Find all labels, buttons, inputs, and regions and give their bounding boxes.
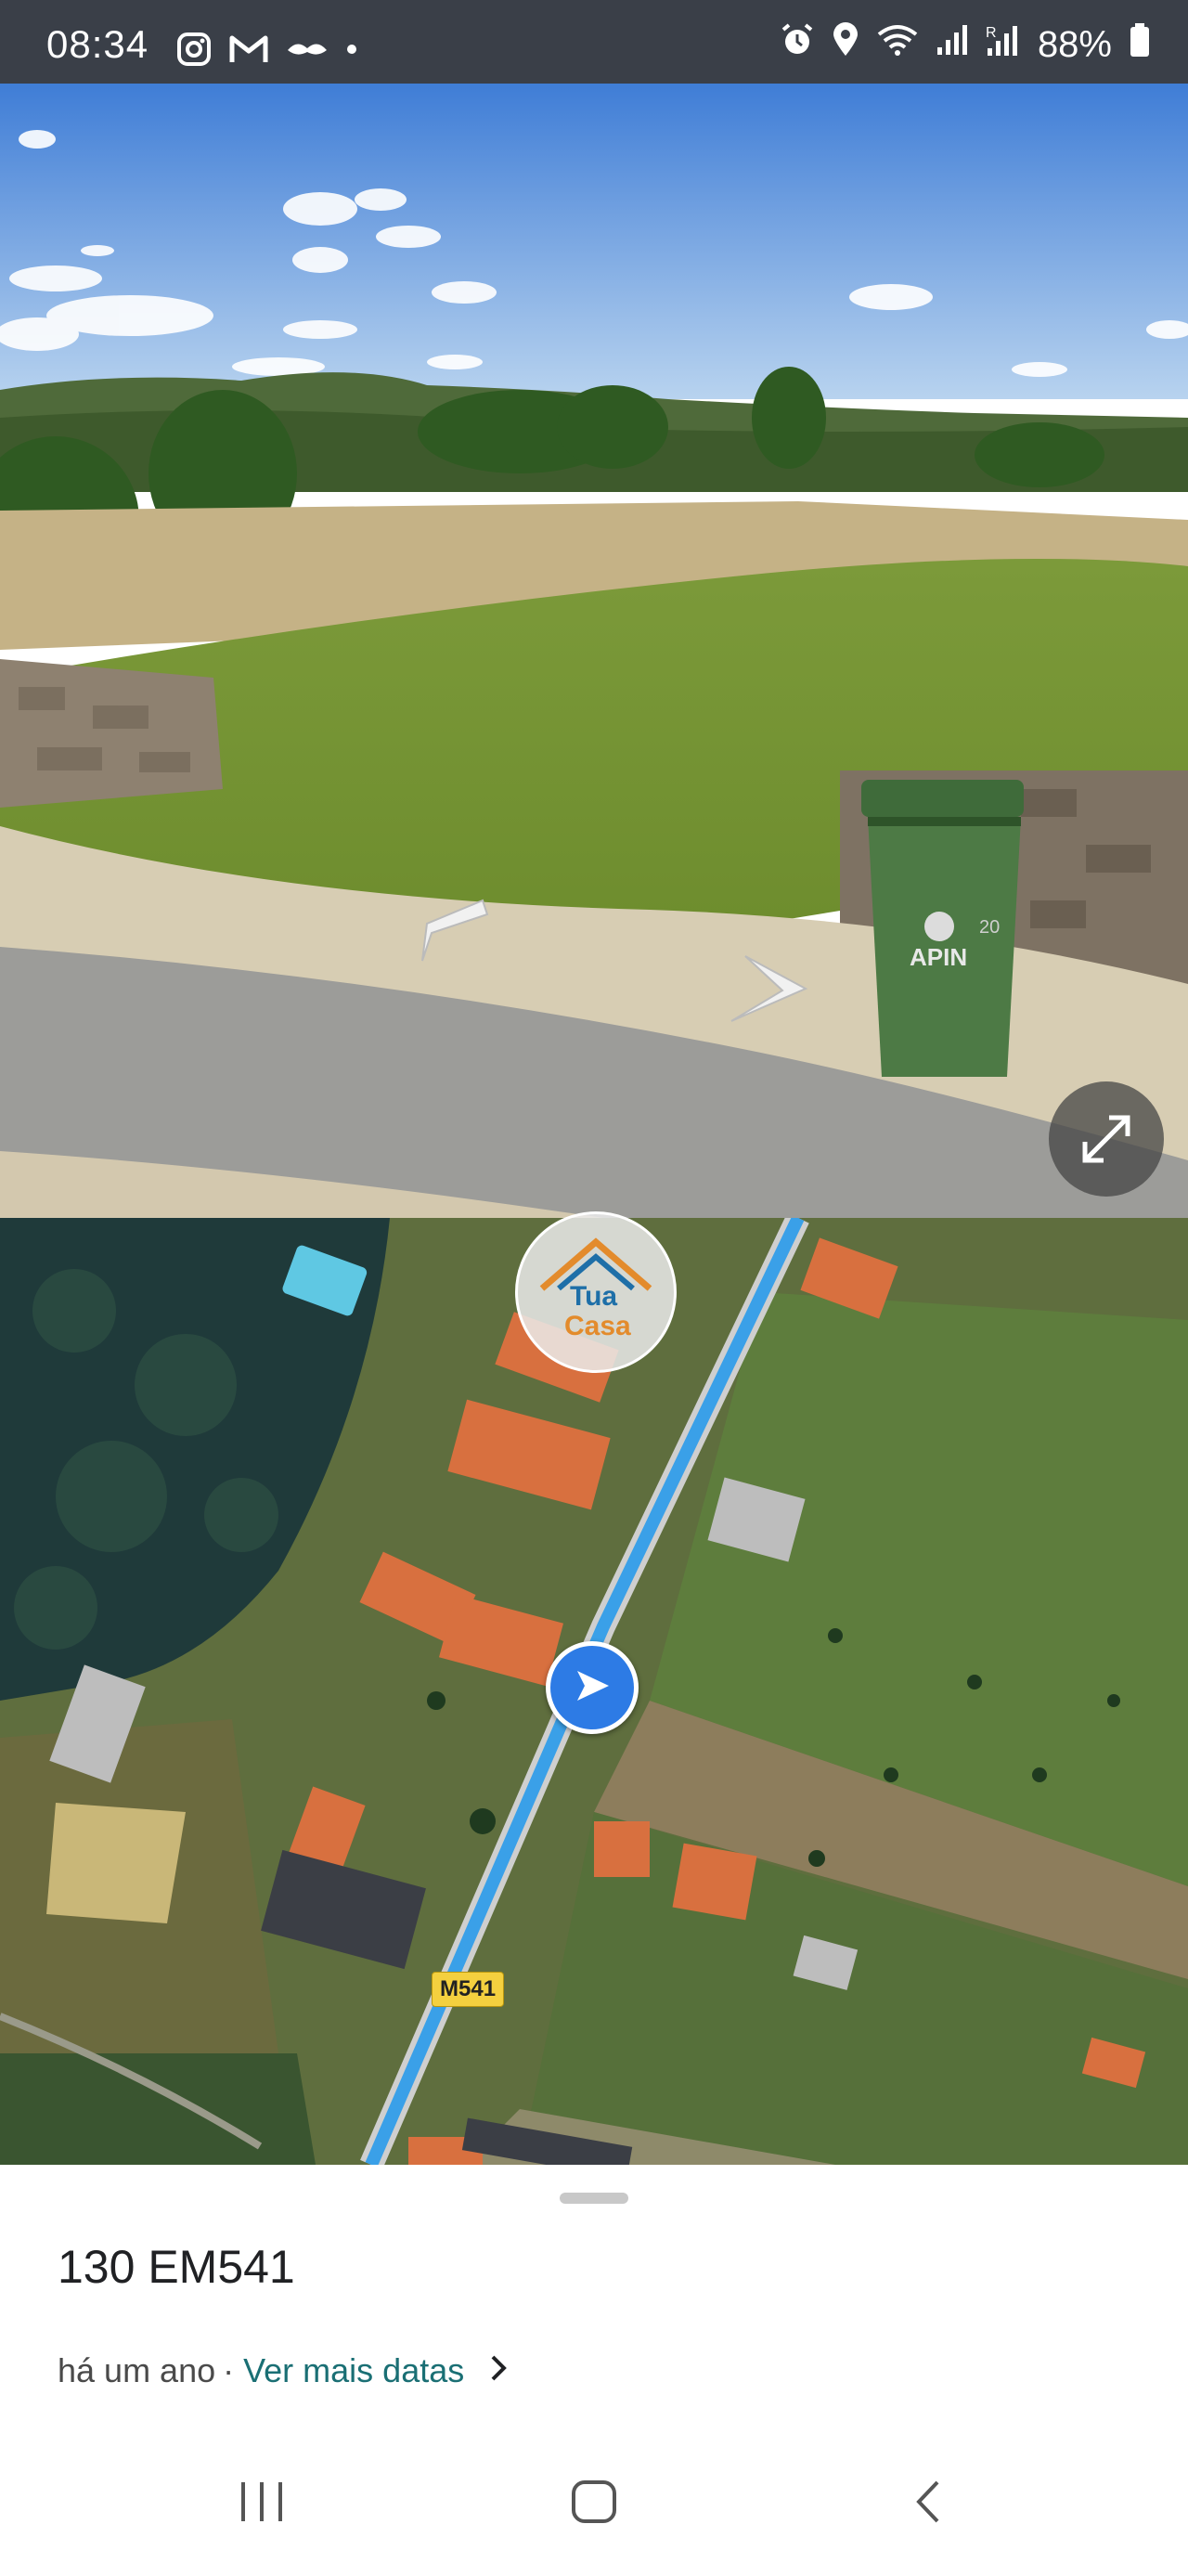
svg-text:APIN: APIN bbox=[910, 943, 967, 971]
navigation-marker[interactable] bbox=[546, 1641, 639, 1734]
sheet-handle[interactable] bbox=[560, 2193, 628, 2204]
place-title: 130 EM541 bbox=[58, 2241, 295, 2293]
street-view-panorama[interactable]: APIN 20 bbox=[0, 84, 1188, 1218]
status-time: 08:34 bbox=[46, 22, 149, 66]
logo-text-tua: Tua bbox=[570, 1281, 618, 1312]
more-dates-link[interactable]: Ver mais datas bbox=[243, 2351, 464, 2390]
alarm-icon bbox=[780, 22, 815, 67]
date-text: há um ano bbox=[58, 2351, 216, 2389]
logo-text-casa: Casa bbox=[564, 1311, 631, 1341]
notification-icons bbox=[176, 32, 358, 71]
expand-icon bbox=[1078, 1110, 1135, 1168]
tua-casa-logo: Tua Casa bbox=[515, 1211, 677, 1373]
waste-bin: APIN 20 bbox=[861, 780, 1024, 1077]
navigation-arrow-icon bbox=[572, 1665, 613, 1711]
svg-text:R: R bbox=[986, 25, 997, 41]
signal-r-icon: R bbox=[984, 22, 1021, 67]
nav-arrow-left[interactable] bbox=[404, 896, 492, 965]
location-icon bbox=[832, 22, 859, 67]
instagram-icon bbox=[176, 32, 212, 71]
chevron-right-icon[interactable] bbox=[488, 2351, 509, 2390]
battery-icon bbox=[1129, 22, 1151, 67]
date-row: há um ano · Ver mais datas bbox=[58, 2351, 509, 2390]
road-label: M541 bbox=[432, 1972, 505, 2007]
wifi-icon bbox=[876, 23, 919, 66]
dot-icon bbox=[345, 43, 358, 60]
svg-text:20: 20 bbox=[979, 917, 1000, 938]
system-nav-bar bbox=[0, 2441, 1188, 2576]
gmail-icon bbox=[228, 32, 269, 71]
battery-percent: 88% bbox=[1037, 23, 1112, 65]
signal-icon bbox=[936, 23, 967, 66]
home-icon[interactable] bbox=[570, 2479, 618, 2530]
status-indicators: R 88% bbox=[780, 22, 1151, 67]
status-bar: 08:34 R 88% bbox=[0, 0, 1188, 84]
date-separator: · bbox=[223, 2351, 235, 2389]
mustache-icon bbox=[286, 37, 329, 66]
back-icon[interactable] bbox=[910, 2479, 947, 2530]
nav-arrow-right[interactable] bbox=[722, 951, 815, 1026]
recents-icon[interactable] bbox=[238, 2479, 286, 2530]
expand-button[interactable] bbox=[1049, 1081, 1164, 1197]
street-view-image: APIN 20 bbox=[0, 84, 1188, 1218]
